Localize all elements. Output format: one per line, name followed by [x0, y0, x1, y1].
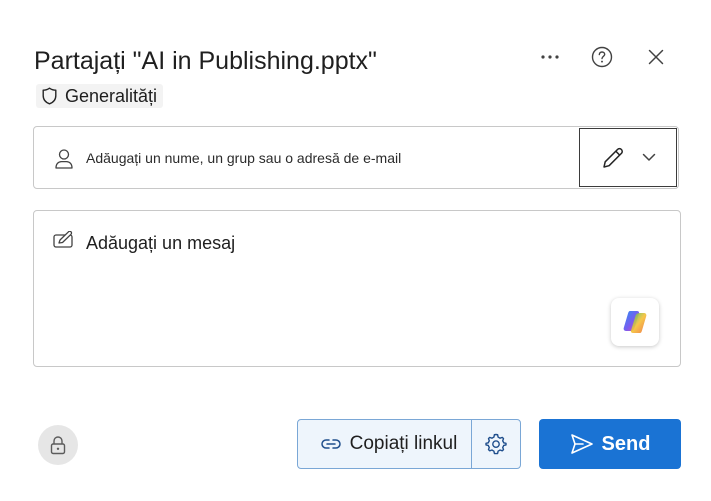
compose-icon: [53, 231, 73, 248]
lock-icon: [50, 436, 66, 455]
chevron-down-icon: [642, 153, 656, 161]
sensitivity-label-button[interactable]: Generalități: [36, 84, 164, 108]
person-icon: [55, 149, 73, 169]
send-label: Send: [601, 432, 651, 455]
more-options-button[interactable]: [533, 40, 567, 74]
message-field: [33, 210, 681, 367]
copilot-icon: [623, 311, 647, 333]
link-icon: [320, 439, 341, 449]
copy-link-group: Copiați linkul: [297, 419, 521, 469]
help-circle-icon: [591, 46, 613, 68]
recipient-field: [33, 126, 679, 189]
sensitivity-label: Generalități: [65, 85, 158, 106]
close-icon: [648, 49, 664, 65]
copy-link-label: Copiați linkul: [349, 433, 458, 454]
gear-icon: [485, 433, 507, 455]
send-icon: [570, 434, 593, 454]
shield-icon: [42, 87, 57, 105]
share-dialog: Partajați "AI in Publishing.pptx" Genera…: [0, 0, 711, 501]
send-button[interactable]: Send: [539, 419, 681, 469]
pencil-icon: [603, 147, 623, 168]
dialog-title: Partajați "AI in Publishing.pptx": [34, 47, 377, 75]
more-horizontal-icon: [541, 55, 559, 59]
link-settings-button[interactable]: [471, 420, 520, 468]
copilot-button[interactable]: [611, 298, 659, 346]
recipient-input[interactable]: [86, 141, 566, 175]
message-input[interactable]: [86, 233, 646, 293]
copy-link-button[interactable]: Copiați linkul: [298, 420, 471, 468]
close-button[interactable]: [639, 40, 673, 74]
help-button[interactable]: [585, 40, 619, 74]
link-access-button[interactable]: [38, 425, 78, 465]
permission-dropdown-button[interactable]: [579, 128, 677, 187]
